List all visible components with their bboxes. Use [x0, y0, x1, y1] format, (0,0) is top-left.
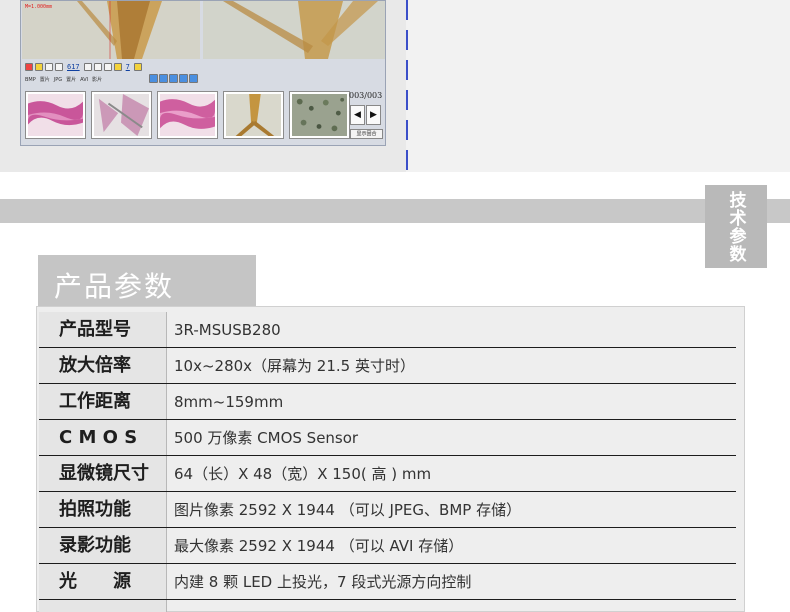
software-screenshot: M=1.000mm 617 7 BMP 置片 JPG 置片 AVI 影片 003… [0, 0, 406, 172]
param-row: 放大倍率 10x~280x（屏幕为 21.5 英寸时） [39, 348, 736, 384]
display-button[interactable]: 显示固合 [350, 129, 383, 139]
thumbnail-strip [25, 91, 350, 139]
param-value: 图片像素 2592 X 1944 （可以 JPEG、BMP 存储） [174, 501, 522, 519]
param-row: 拍照功能 图片像素 2592 X 1944 （可以 JPEG、BMP 存储） [39, 492, 736, 528]
format-label[interactable]: 影片 [92, 76, 102, 83]
toolbar-row-1: 617 7 [25, 62, 142, 71]
view-button[interactable] [159, 74, 168, 83]
param-value: 500 万像素 CMOS Sensor [174, 429, 359, 447]
thumbnail[interactable] [91, 91, 152, 139]
view-button[interactable] [189, 74, 198, 83]
param-value: 10x~280x（屏幕为 21.5 英寸时） [174, 357, 415, 375]
section-title: 产品参数 [54, 270, 175, 303]
param-label: 工作距离 [59, 391, 131, 412]
param-value: 64（长）X 48（宽）X 150( 高 ) mm [174, 465, 432, 483]
zoom-dropdown[interactable] [45, 62, 53, 71]
live-view-left: M=1.000mm [22, 1, 200, 59]
thumbnail[interactable] [289, 91, 350, 139]
param-row: 显微镜尺寸 64（长）X 48（宽）X 150( 高 ) mm [39, 456, 736, 492]
param-row: C M O S 500 万像素 CMOS Sensor [39, 420, 736, 456]
capture-button[interactable] [25, 62, 33, 71]
prev-arrow-button[interactable]: ◀ [350, 105, 365, 125]
format-label[interactable]: 置片 [66, 76, 76, 83]
mode-button[interactable] [35, 62, 43, 71]
param-label: 光 源 [59, 571, 131, 592]
tool-star-button[interactable] [113, 62, 122, 71]
view-button[interactable] [179, 74, 188, 83]
section-band [0, 199, 790, 223]
param-label: C M O S [59, 427, 138, 448]
thumbnail[interactable] [157, 91, 218, 139]
view-button[interactable] [149, 74, 158, 83]
toolbar-small-number: 7 [125, 62, 130, 71]
format-labels: BMP 置片 JPG 置片 AVI 影片 [25, 75, 102, 84]
image-counter: 003/003 [349, 91, 383, 100]
param-label: 产品型号 [59, 319, 131, 340]
tool-circle-button[interactable] [103, 62, 112, 71]
scale-label: M=1.000mm [25, 4, 53, 10]
format-label[interactable]: AVI [80, 77, 88, 83]
param-value: 8mm~159mm [174, 393, 284, 411]
param-value: 3R-MSUSB280 [174, 321, 281, 339]
app-window-frame: M=1.000mm 617 7 BMP 置片 JPG 置片 AVI 影片 003… [20, 0, 386, 146]
format-label[interactable]: JPG [54, 77, 62, 83]
toolbar-row-2 [149, 74, 198, 83]
param-row: 录影功能 最大像素 2592 X 1944 （可以 AVI 存储） [39, 528, 736, 564]
section-title-box: 产品参数 [38, 255, 256, 307]
dashed-divider [406, 0, 408, 172]
param-row: 光 源 内建 8 颗 LED 上投光，7 段式光源方向控制 [39, 564, 736, 600]
param-row: 产品型号 3R-MSUSB280 [39, 312, 736, 348]
live-view-right [203, 1, 385, 59]
params-table: 产品型号 3R-MSUSB280 放大倍率 10x~280x（屏幕为 21.5 … [36, 306, 745, 612]
tool-circle-button[interactable] [83, 62, 92, 71]
param-label: 拍照功能 [59, 499, 131, 520]
param-value: 最大像素 2592 X 1944 （可以 AVI 存储） [174, 537, 464, 555]
view-button[interactable] [169, 74, 178, 83]
param-label: 放大倍率 [59, 355, 131, 376]
param-value: 内建 8 颗 LED 上投光，7 段式光源方向控制 [174, 573, 472, 591]
tech-params-tag-label: 技术参数 [725, 190, 746, 263]
param-label: 显微镜尺寸 [59, 463, 149, 484]
thumbnail-nav: ◀ ▶ [350, 105, 381, 125]
format-label[interactable]: BMP [25, 77, 36, 83]
thumbnail[interactable] [223, 91, 284, 139]
tech-params-tag: 技术参数 [705, 185, 767, 268]
measure-dropdown[interactable] [55, 62, 63, 71]
thumbnail[interactable] [25, 91, 86, 139]
format-label[interactable]: 置片 [40, 76, 50, 83]
param-label: 录影功能 [59, 535, 131, 556]
param-row: 工作距离 8mm~159mm [39, 384, 736, 420]
tool-highlight-button[interactable] [133, 62, 142, 71]
toolbar-number: 617 [67, 62, 80, 71]
tool-circle-button[interactable] [93, 62, 102, 71]
next-arrow-button[interactable]: ▶ [366, 105, 381, 125]
